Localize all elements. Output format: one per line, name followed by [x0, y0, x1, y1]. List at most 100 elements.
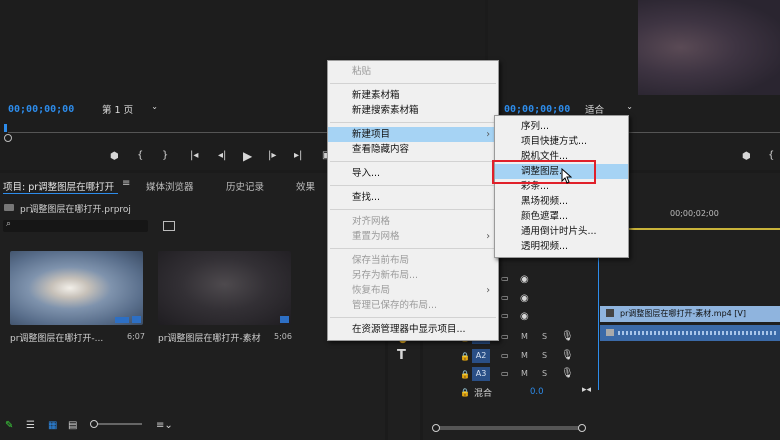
mix-label: 混合: [474, 389, 493, 399]
audio-clip[interactable]: [600, 325, 780, 341]
context-menu-item-label: 粘贴: [352, 66, 372, 77]
search-input[interactable]: ⌕: [3, 219, 148, 232]
mic-icon[interactable]: 🎙: [561, 368, 574, 379]
submenu-item[interactable]: 通用倒计时片头...: [495, 224, 628, 239]
program-mark-in-icon[interactable]: {: [768, 150, 774, 161]
menu-separator: [330, 83, 496, 84]
list-view-icon[interactable]: ☰: [26, 420, 35, 431]
mic-icon[interactable]: 🎙: [561, 350, 574, 361]
zoom-slider[interactable]: [90, 420, 142, 428]
eye-icon[interactable]: ◉: [520, 274, 529, 285]
folder-icon: [4, 204, 14, 211]
scrollbar-handle-right[interactable]: [578, 424, 586, 432]
track-target-a3[interactable]: A3: [472, 367, 490, 381]
mute-button[interactable]: M: [521, 369, 528, 378]
context-menu-item-label: 另存为新布局...: [352, 270, 419, 281]
audio-waveform: [618, 331, 778, 335]
context-menu-item[interactable]: 导入...: [328, 166, 498, 181]
new-bin-icon[interactable]: [163, 221, 175, 231]
step-back-icon[interactable]: ◂|: [218, 150, 226, 161]
zoom-slider-handle[interactable]: [90, 420, 98, 428]
tab-underline: [3, 193, 118, 194]
chevron-down-icon: ⌄: [151, 102, 158, 111]
icon-view-icon[interactable]: ▦: [48, 420, 57, 431]
solo-button[interactable]: S: [542, 332, 547, 341]
toggle-sync-icon[interactable]: ▭: [501, 293, 509, 302]
goto-out-icon[interactable]: ▸|: [294, 150, 302, 161]
source-timecode: 00;00;00;00: [8, 104, 75, 115]
video-clip[interactable]: pr调整图层在哪打开-素材.mp4 [V]: [600, 306, 780, 322]
track-target-a2[interactable]: A2: [472, 349, 490, 363]
search-icon: ⌕: [6, 219, 12, 229]
submenu-item[interactable]: 项目快捷方式...: [495, 134, 628, 149]
marker-icon[interactable]: ⬢: [110, 151, 119, 162]
tab-media-browser[interactable]: 媒体浏览器: [146, 179, 194, 193]
playhead-marker[interactable]: [4, 124, 7, 132]
chevron-right-icon: ›: [486, 285, 490, 296]
mic-icon[interactable]: 🎙: [561, 331, 574, 342]
context-menu-item[interactable]: 查看隐藏内容: [328, 142, 498, 157]
context-menu-item-label: 保存当前布局: [352, 255, 410, 266]
scrollbar-handle-left[interactable]: [432, 424, 440, 432]
timeline-scrollbar[interactable]: [432, 424, 586, 432]
submenu-item[interactable]: 序列...: [495, 119, 628, 134]
goto-in-icon[interactable]: |◂: [190, 150, 198, 161]
page-select[interactable]: 第 1 页 ⌄: [102, 102, 160, 116]
context-menu-item[interactable]: 查找...: [328, 190, 498, 205]
context-menu-item-label: 新建搜索素材箱: [352, 105, 419, 116]
clip-duration-1: 6;07: [127, 332, 145, 341]
freeform-view-icon[interactable]: ▤: [68, 420, 77, 431]
toggle-sync-icon[interactable]: ▭: [501, 311, 509, 320]
clip-type-icon: [132, 316, 141, 323]
menu-separator: [330, 122, 496, 123]
context-menu-item[interactable]: 在资源管理器中显示项目...: [328, 322, 498, 337]
eye-icon[interactable]: ◉: [520, 311, 529, 322]
mark-out-icon[interactable]: }: [162, 150, 168, 161]
menu-separator: [330, 209, 496, 210]
context-menu-item-label: 重置为网格: [352, 231, 400, 242]
lock-icon[interactable]: 🔒: [460, 370, 470, 379]
clip-thumbnail-2[interactable]: [158, 251, 291, 325]
toggle-sync-icon[interactable]: ▭: [501, 332, 509, 341]
submenu-item[interactable]: 黑场视频...: [495, 194, 628, 209]
tab-effects[interactable]: 效果: [296, 179, 315, 193]
toggle-sync-icon[interactable]: ▭: [501, 369, 509, 378]
submenu-item-label: 通用倒计时片头...: [521, 226, 597, 237]
eye-icon[interactable]: ◉: [520, 293, 529, 304]
menu-separator: [330, 161, 496, 162]
toggle-sync-icon[interactable]: ▭: [501, 351, 509, 360]
export-frame-icon[interactable]: ⬢: [742, 151, 751, 162]
toggle-sync-icon[interactable]: ▭: [501, 274, 509, 283]
timeline-ruler-label: 00;00;02;00: [670, 209, 719, 218]
source-scrub-bar[interactable]: [8, 128, 328, 133]
mark-in-icon[interactable]: {: [137, 150, 143, 161]
tab-history[interactable]: 历史记录: [226, 179, 264, 193]
solo-button[interactable]: S: [542, 351, 547, 360]
context-menu-item[interactable]: 新建素材箱: [328, 88, 498, 103]
tab-project[interactable]: 项目: pr调整图层在哪打开: [3, 179, 114, 193]
zoom-circle[interactable]: [4, 134, 12, 142]
goto-end-icon[interactable]: ▸◂: [582, 385, 591, 395]
mix-value[interactable]: 0.0: [530, 387, 544, 397]
clip-thumbnail-1[interactable]: [10, 251, 143, 325]
lock-icon[interactable]: 🔒: [460, 352, 470, 361]
lock-icon[interactable]: 🔒: [460, 388, 470, 397]
context-menu-item-label: 管理已保存的布局...: [352, 300, 438, 311]
pencil-icon[interactable]: ✎: [5, 420, 13, 431]
clip-name-2: pr调整图层在哪打开-素材: [158, 334, 261, 344]
fit-select[interactable]: 适合 ⌄: [585, 102, 635, 116]
play-icon[interactable]: ▶: [243, 149, 252, 163]
submenu-item[interactable]: 颜色遮罩...: [495, 209, 628, 224]
context-menu-item[interactable]: 新建项目 ›: [328, 127, 498, 142]
context-menu-item: 另存为新布局...: [328, 268, 498, 283]
submenu-item[interactable]: 透明视频...: [495, 239, 628, 254]
sort-icon[interactable]: ≡⌄: [156, 420, 173, 431]
solo-button[interactable]: S: [542, 369, 547, 378]
context-menu-item[interactable]: 新建搜索素材箱: [328, 103, 498, 118]
tab-menu-icon[interactable]: ≡: [122, 178, 130, 189]
mute-button[interactable]: M: [521, 332, 528, 341]
mute-button[interactable]: M: [521, 351, 528, 360]
chevron-down-icon: ⌄: [626, 102, 633, 111]
type-tool-icon[interactable]: T: [397, 348, 406, 363]
step-forward-icon[interactable]: |▸: [268, 150, 276, 161]
